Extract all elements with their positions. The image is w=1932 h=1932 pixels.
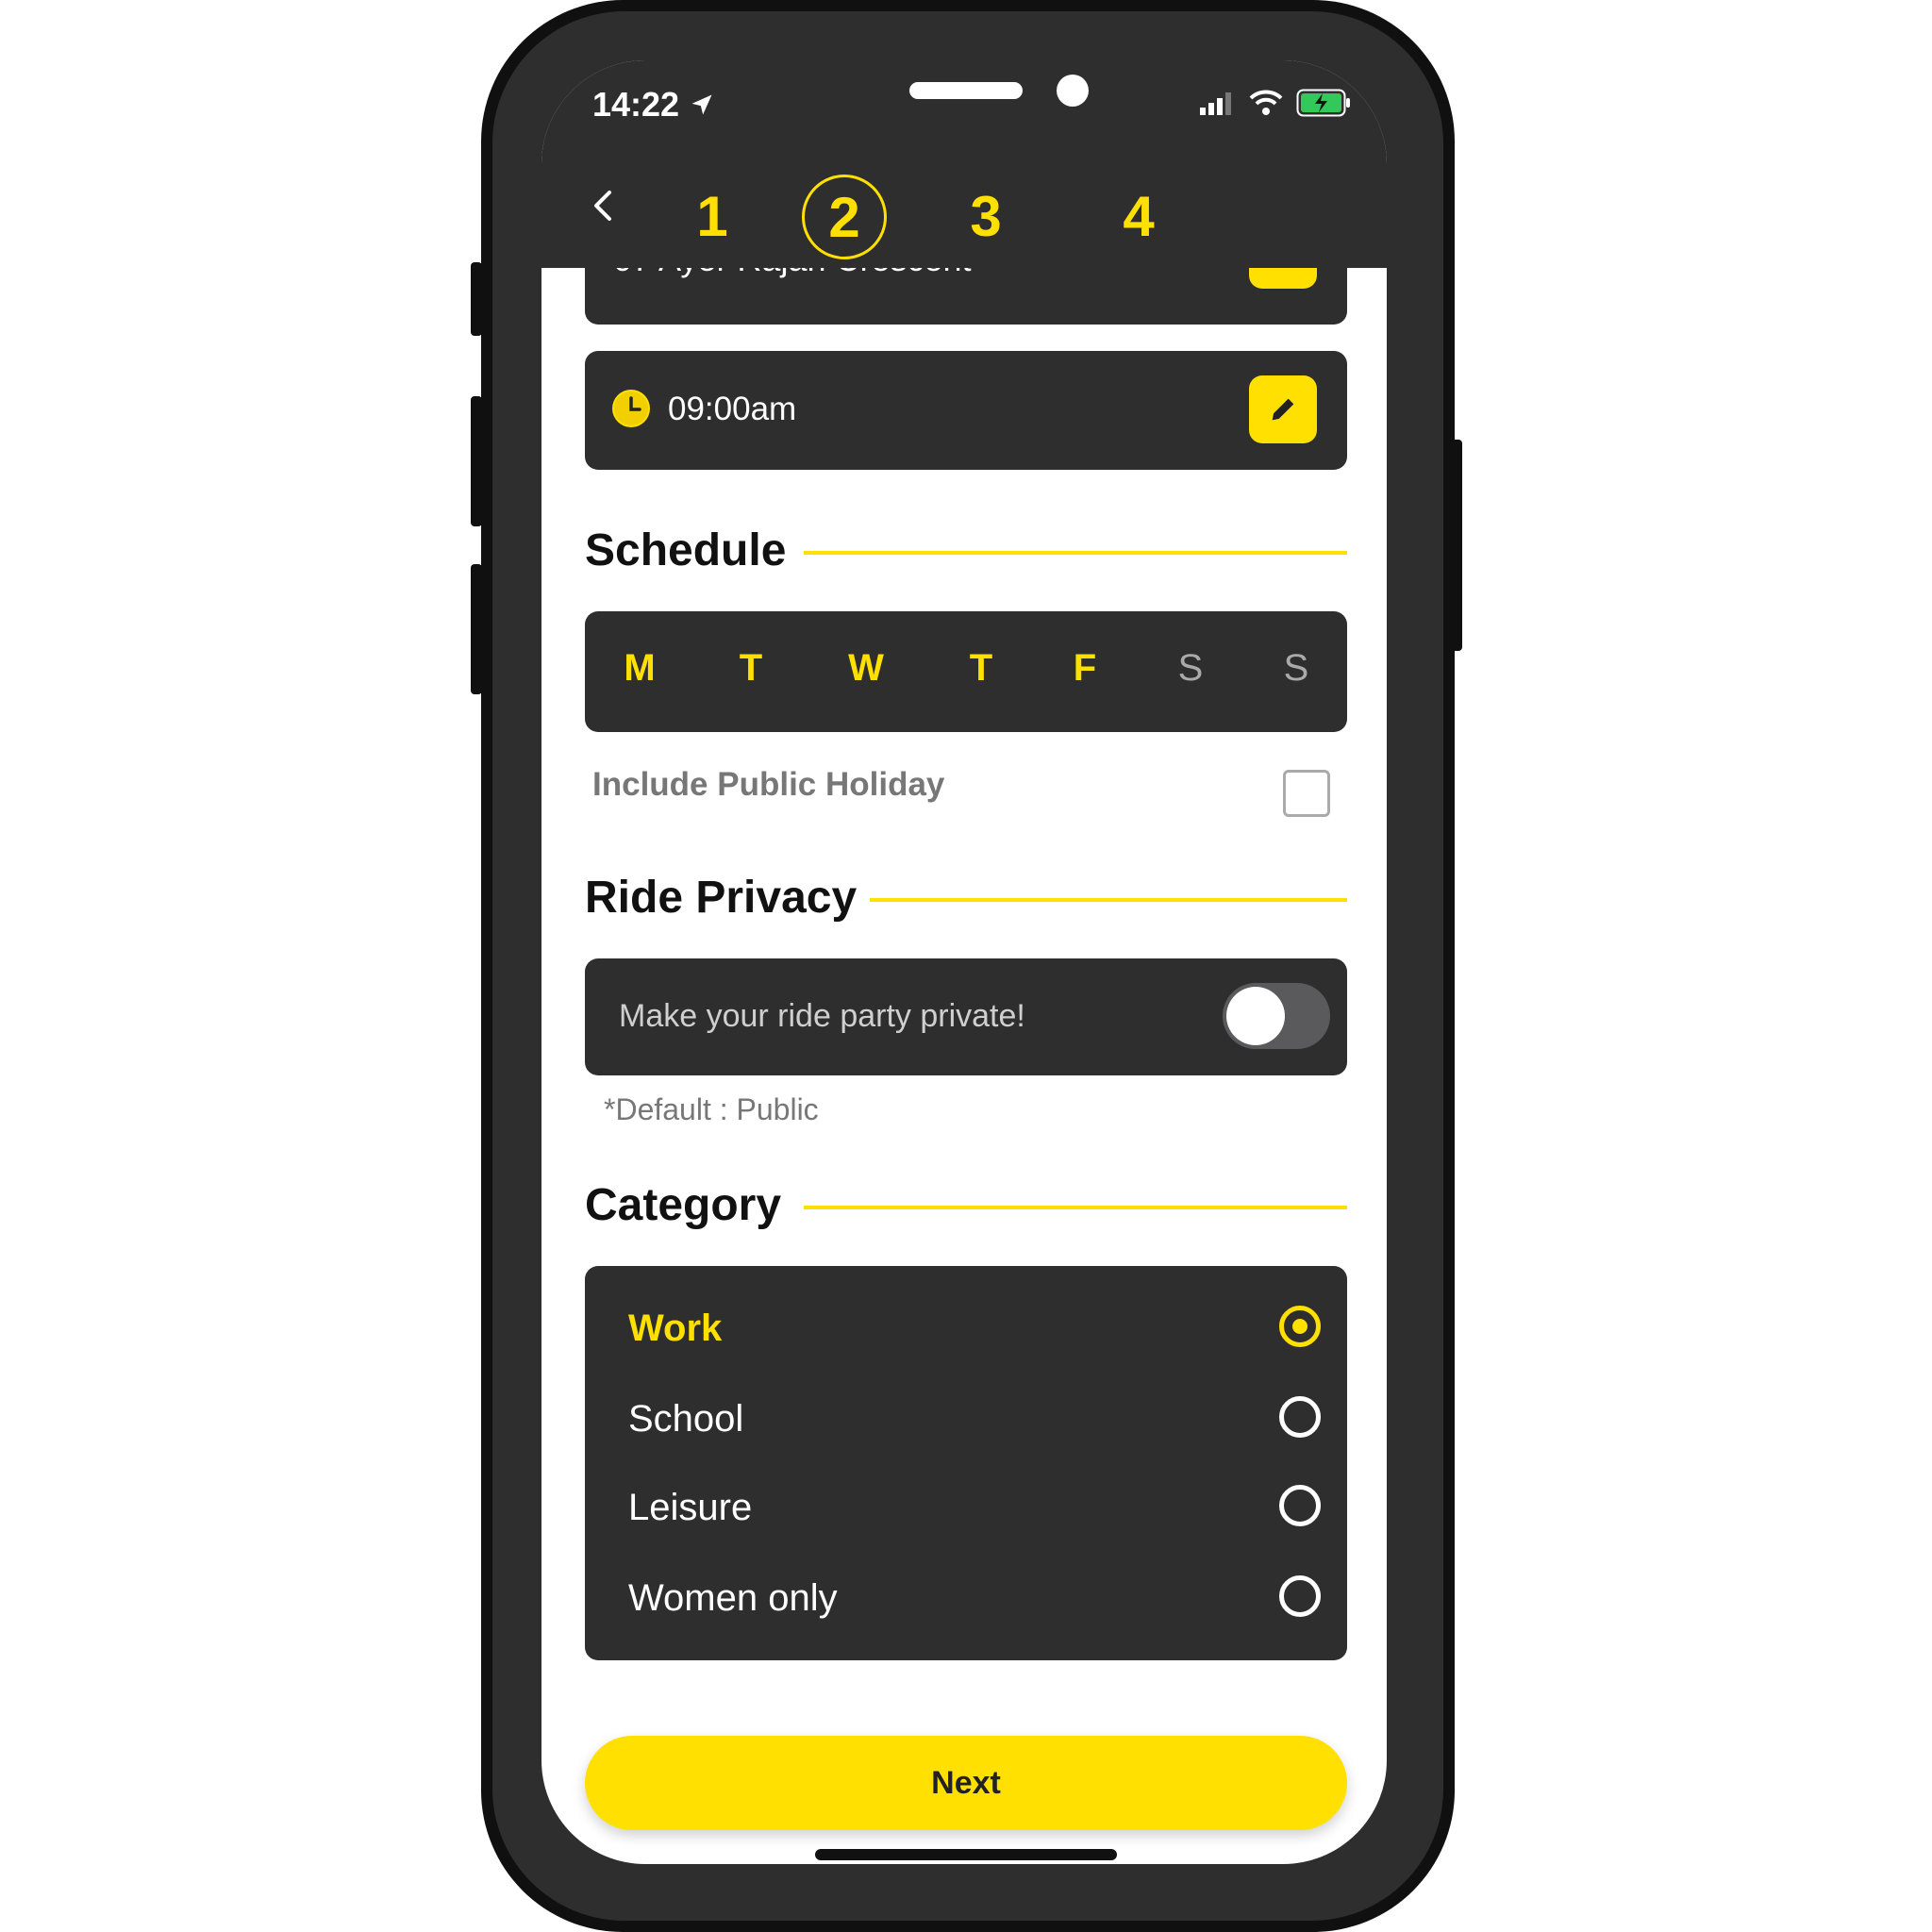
category-label: School	[628, 1398, 744, 1440]
signal-icon	[1200, 92, 1231, 115]
category-divider	[804, 1206, 1347, 1209]
toggle-knob	[1226, 987, 1285, 1045]
day-thursday[interactable]: T	[953, 647, 1009, 690]
step-4[interactable]: 4	[1096, 174, 1181, 258]
day-friday[interactable]: F	[1057, 647, 1113, 690]
time-card[interactable]: 09:00am	[585, 351, 1347, 470]
category-label: Leisure	[628, 1487, 753, 1528]
location-arrow-icon	[691, 94, 712, 115]
category-option-women-only[interactable]: Women only	[628, 1572, 1326, 1628]
category-option-school[interactable]: School	[628, 1392, 1326, 1449]
day-monday[interactable]: M	[611, 647, 668, 690]
step-1[interactable]: 1	[670, 174, 755, 258]
day-wednesday[interactable]: W	[838, 647, 894, 690]
status-time: 14:22	[592, 85, 715, 125]
day-saturday[interactable]: S	[1162, 647, 1219, 690]
battery-charging-icon	[1296, 89, 1350, 117]
default-privacy-note: *Default : Public	[604, 1092, 819, 1126]
public-holiday-label: Include Public Holiday	[592, 766, 945, 803]
day-sunday[interactable]: S	[1268, 647, 1324, 690]
radio-button[interactable]	[1279, 1485, 1321, 1526]
speaker-grille	[909, 82, 1023, 99]
public-holiday-checkbox[interactable]	[1283, 770, 1330, 817]
privacy-card: Make your ride party private!	[585, 958, 1347, 1075]
next-button[interactable]: Next	[585, 1736, 1347, 1830]
radio-button[interactable]	[1279, 1396, 1321, 1438]
side-button	[471, 262, 482, 336]
category-card: Work School Leisure Women only	[585, 1266, 1347, 1660]
pencil-icon	[1272, 398, 1294, 421]
category-label: Work	[628, 1307, 723, 1349]
time-value: 09:00am	[668, 391, 797, 427]
clock-icon	[612, 390, 650, 427]
home-indicator	[815, 1849, 1117, 1860]
app-screen: 07 Ayer Rajah Crescent 09:00am Schedule …	[541, 60, 1387, 1864]
category-option-leisure[interactable]: Leisure	[628, 1481, 1326, 1538]
side-button	[471, 564, 482, 694]
wifi-icon	[1249, 90, 1283, 115]
radio-button[interactable]	[1279, 1575, 1321, 1617]
day-tuesday[interactable]: T	[723, 647, 779, 690]
category-option-work[interactable]: Work	[628, 1302, 1326, 1358]
edit-time-button[interactable]	[1249, 375, 1317, 443]
back-chevron-icon[interactable]	[585, 187, 623, 225]
step-2-active[interactable]: 2	[802, 175, 887, 259]
category-label: Women only	[628, 1577, 838, 1619]
top-navigation-bar: 14:22 1 2 3 4	[541, 60, 1387, 268]
weekday-selector: M T W T F S S	[585, 611, 1347, 732]
status-icons	[1198, 89, 1351, 117]
schedule-title: Schedule	[585, 525, 787, 575]
radio-button-selected[interactable]	[1279, 1306, 1321, 1347]
category-title: Category	[585, 1180, 782, 1230]
privacy-toggle[interactable]	[1223, 983, 1330, 1049]
step-3[interactable]: 3	[943, 174, 1028, 258]
schedule-divider	[804, 551, 1347, 555]
side-button	[1451, 440, 1462, 651]
status-time-text: 14:22	[592, 85, 680, 124]
side-button	[471, 396, 482, 526]
front-camera	[1057, 75, 1089, 107]
privacy-toggle-label: Make your ride party private!	[619, 998, 1025, 1034]
ride-privacy-title: Ride Privacy	[585, 873, 858, 923]
privacy-divider	[870, 898, 1347, 902]
